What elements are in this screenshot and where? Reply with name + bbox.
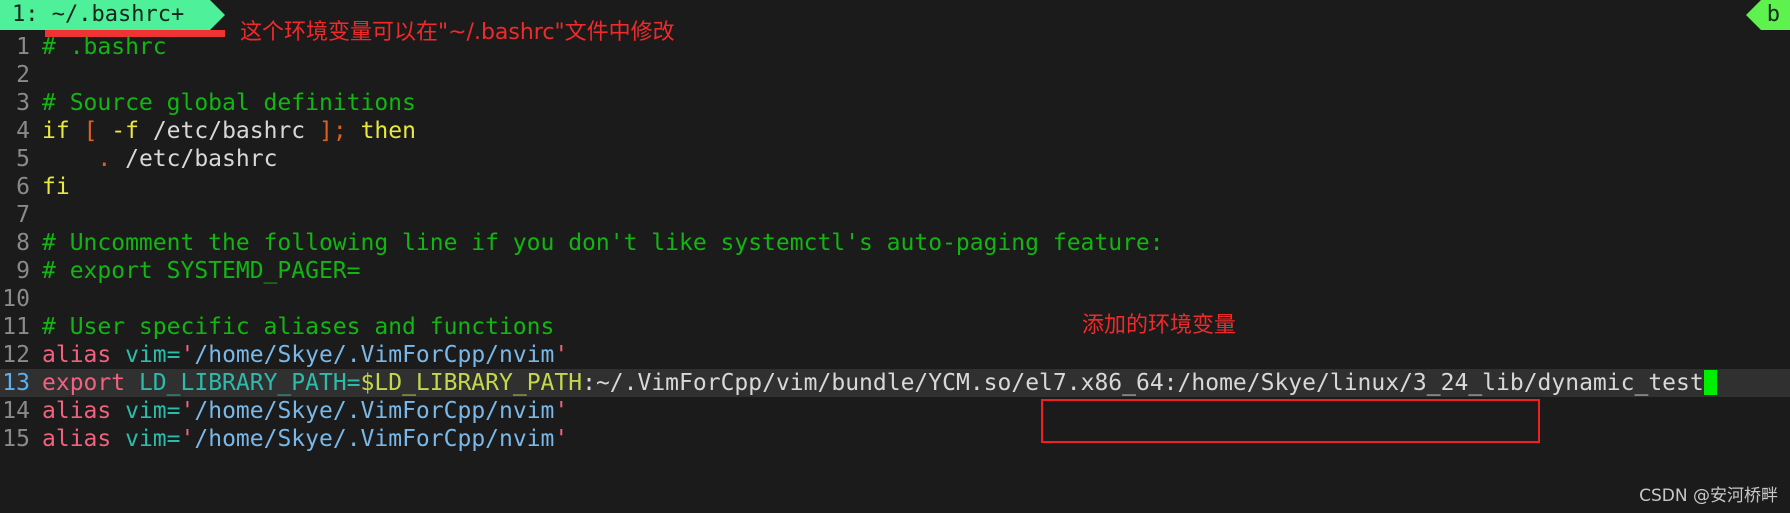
- code-line[interactable]: 11 # User specific aliases and functions: [0, 313, 1790, 341]
- line-number: 6: [16, 174, 30, 200]
- line-number: 5: [16, 146, 30, 172]
- code-token: ': [554, 398, 569, 424]
- code-token: fi: [42, 174, 70, 200]
- code-token: # export SYSTEMD_PAGER=: [42, 258, 361, 284]
- code-token: ': [180, 342, 195, 368]
- code-line[interactable]: 9 # export SYSTEMD_PAGER=: [0, 257, 1790, 285]
- line-source: # Uncomment the following line if you do…: [42, 229, 1790, 257]
- line-source: alias vim='/home/Skye/.VimForCpp/nvim': [42, 397, 1790, 425]
- code-token: export: [42, 370, 126, 396]
- line-source: export LD_LIBRARY_PATH=$LD_LIBRARY_PATH:…: [42, 369, 1790, 397]
- line-number: 13: [2, 370, 30, 396]
- code-token: # User specific aliases and functions: [42, 314, 555, 340]
- line-number: 12: [2, 342, 30, 368]
- line-source: if [ -f /etc/bashrc ]; then: [42, 117, 1790, 145]
- csdn-watermark: CSDN @安河桥畔: [1639, 486, 1778, 506]
- line-number: 2: [16, 62, 30, 88]
- line-number: 15: [2, 426, 30, 452]
- code-token: /home/Skye/.VimForCpp/nvim: [194, 342, 555, 368]
- code-token: then: [360, 118, 416, 144]
- line-number: 8: [16, 230, 30, 256]
- line-source: # export SYSTEMD_PAGER=: [42, 257, 1790, 285]
- code-line[interactable]: 15 alias vim='/home/Skye/.VimForCpp/nvim': [0, 425, 1790, 453]
- code-line[interactable]: 3 # Source global definitions: [0, 89, 1790, 117]
- code-token: alias: [42, 398, 112, 424]
- code-token: LD_LIBRARY_PATH: [138, 370, 347, 396]
- code-token: alias: [42, 342, 112, 368]
- code-token: /etc/bashrc: [111, 146, 278, 172]
- code-token: /etc/bashrc: [138, 118, 319, 144]
- code-line[interactable]: 13 export LD_LIBRARY_PATH=$LD_LIBRARY_PAT…: [0, 369, 1790, 397]
- line-number: 1: [16, 34, 30, 60]
- code-token: vim: [125, 426, 167, 452]
- code-token: # .bashrc: [42, 34, 167, 60]
- line-number: 4: [16, 118, 30, 144]
- code-token: ': [180, 426, 195, 452]
- code-token: =: [166, 398, 181, 424]
- line-number: 9: [16, 258, 30, 284]
- code-token: ': [554, 426, 569, 452]
- line-number: 7: [16, 202, 30, 228]
- code-token: =: [166, 342, 181, 368]
- line-source: fi: [42, 173, 1790, 201]
- tab-right-buffer[interactable]: b: [1745, 0, 1790, 30]
- code-token: if: [42, 118, 70, 144]
- code-token: ': [180, 398, 195, 424]
- code-token: =: [166, 426, 181, 452]
- code-line[interactable]: 6 fi: [0, 173, 1790, 201]
- code-token: .: [97, 146, 112, 172]
- code-token: vim: [125, 398, 167, 424]
- code-token: # Uncomment the following line if you do…: [42, 230, 1164, 256]
- code-token: [: [83, 118, 98, 144]
- code-line[interactable]: 8 # Uncomment the following line if you d…: [0, 229, 1790, 257]
- code-line[interactable]: 7: [0, 201, 1790, 229]
- code-line[interactable]: 14 alias vim='/home/Skye/.VimForCpp/nvim': [0, 397, 1790, 425]
- code-token: -f: [111, 118, 139, 144]
- line-number: 10: [2, 286, 30, 312]
- code-token: alias: [42, 426, 112, 452]
- code-line[interactable]: 10: [0, 285, 1790, 313]
- line-source: # Source global definitions: [42, 89, 1790, 117]
- code-line[interactable]: 4 if [ -f /etc/bashrc ]; then: [0, 117, 1790, 145]
- code-token: =: [346, 370, 361, 396]
- line-source: alias vim='/home/Skye/.VimForCpp/nvim': [42, 425, 1790, 453]
- line-number: 11: [2, 314, 30, 340]
- text-cursor: [1703, 370, 1717, 395]
- line-source: # .bashrc: [42, 33, 1790, 61]
- line-source: . /etc/bashrc: [42, 145, 1790, 173]
- code-line[interactable]: 12 alias vim='/home/Skye/.VimForCpp/nvim': [0, 341, 1790, 369]
- code-token: /home/Skye/.VimForCpp/nvim: [194, 426, 555, 452]
- tab-bashrc[interactable]: 1: ~/.bashrc+: [0, 0, 226, 30]
- code-line[interactable]: 1 # .bashrc: [0, 33, 1790, 61]
- code-line[interactable]: 5 . /etc/bashrc: [0, 145, 1790, 173]
- code-token: vim: [125, 342, 167, 368]
- editor-code-area[interactable]: 1 # .bashrc 2 3 # Source global definitions 4…: [0, 30, 1790, 453]
- code-token: ': [554, 342, 569, 368]
- line-number: 14: [2, 398, 30, 424]
- code-token: ];: [319, 118, 347, 144]
- code-token: $LD_LIBRARY_PATH: [360, 370, 583, 396]
- line-source: # User specific aliases and functions: [42, 313, 1790, 341]
- code-token: :~/.VimForCpp/vim/bundle/YCM.so/el7.x86_…: [582, 370, 1704, 396]
- code-token: /home/Skye/.VimForCpp/nvim: [194, 398, 555, 424]
- line-source: alias vim='/home/Skye/.VimForCpp/nvim': [42, 341, 1790, 369]
- line-number: 3: [16, 90, 30, 116]
- code-token: # Source global definitions: [42, 90, 416, 116]
- code-line[interactable]: 2: [0, 61, 1790, 89]
